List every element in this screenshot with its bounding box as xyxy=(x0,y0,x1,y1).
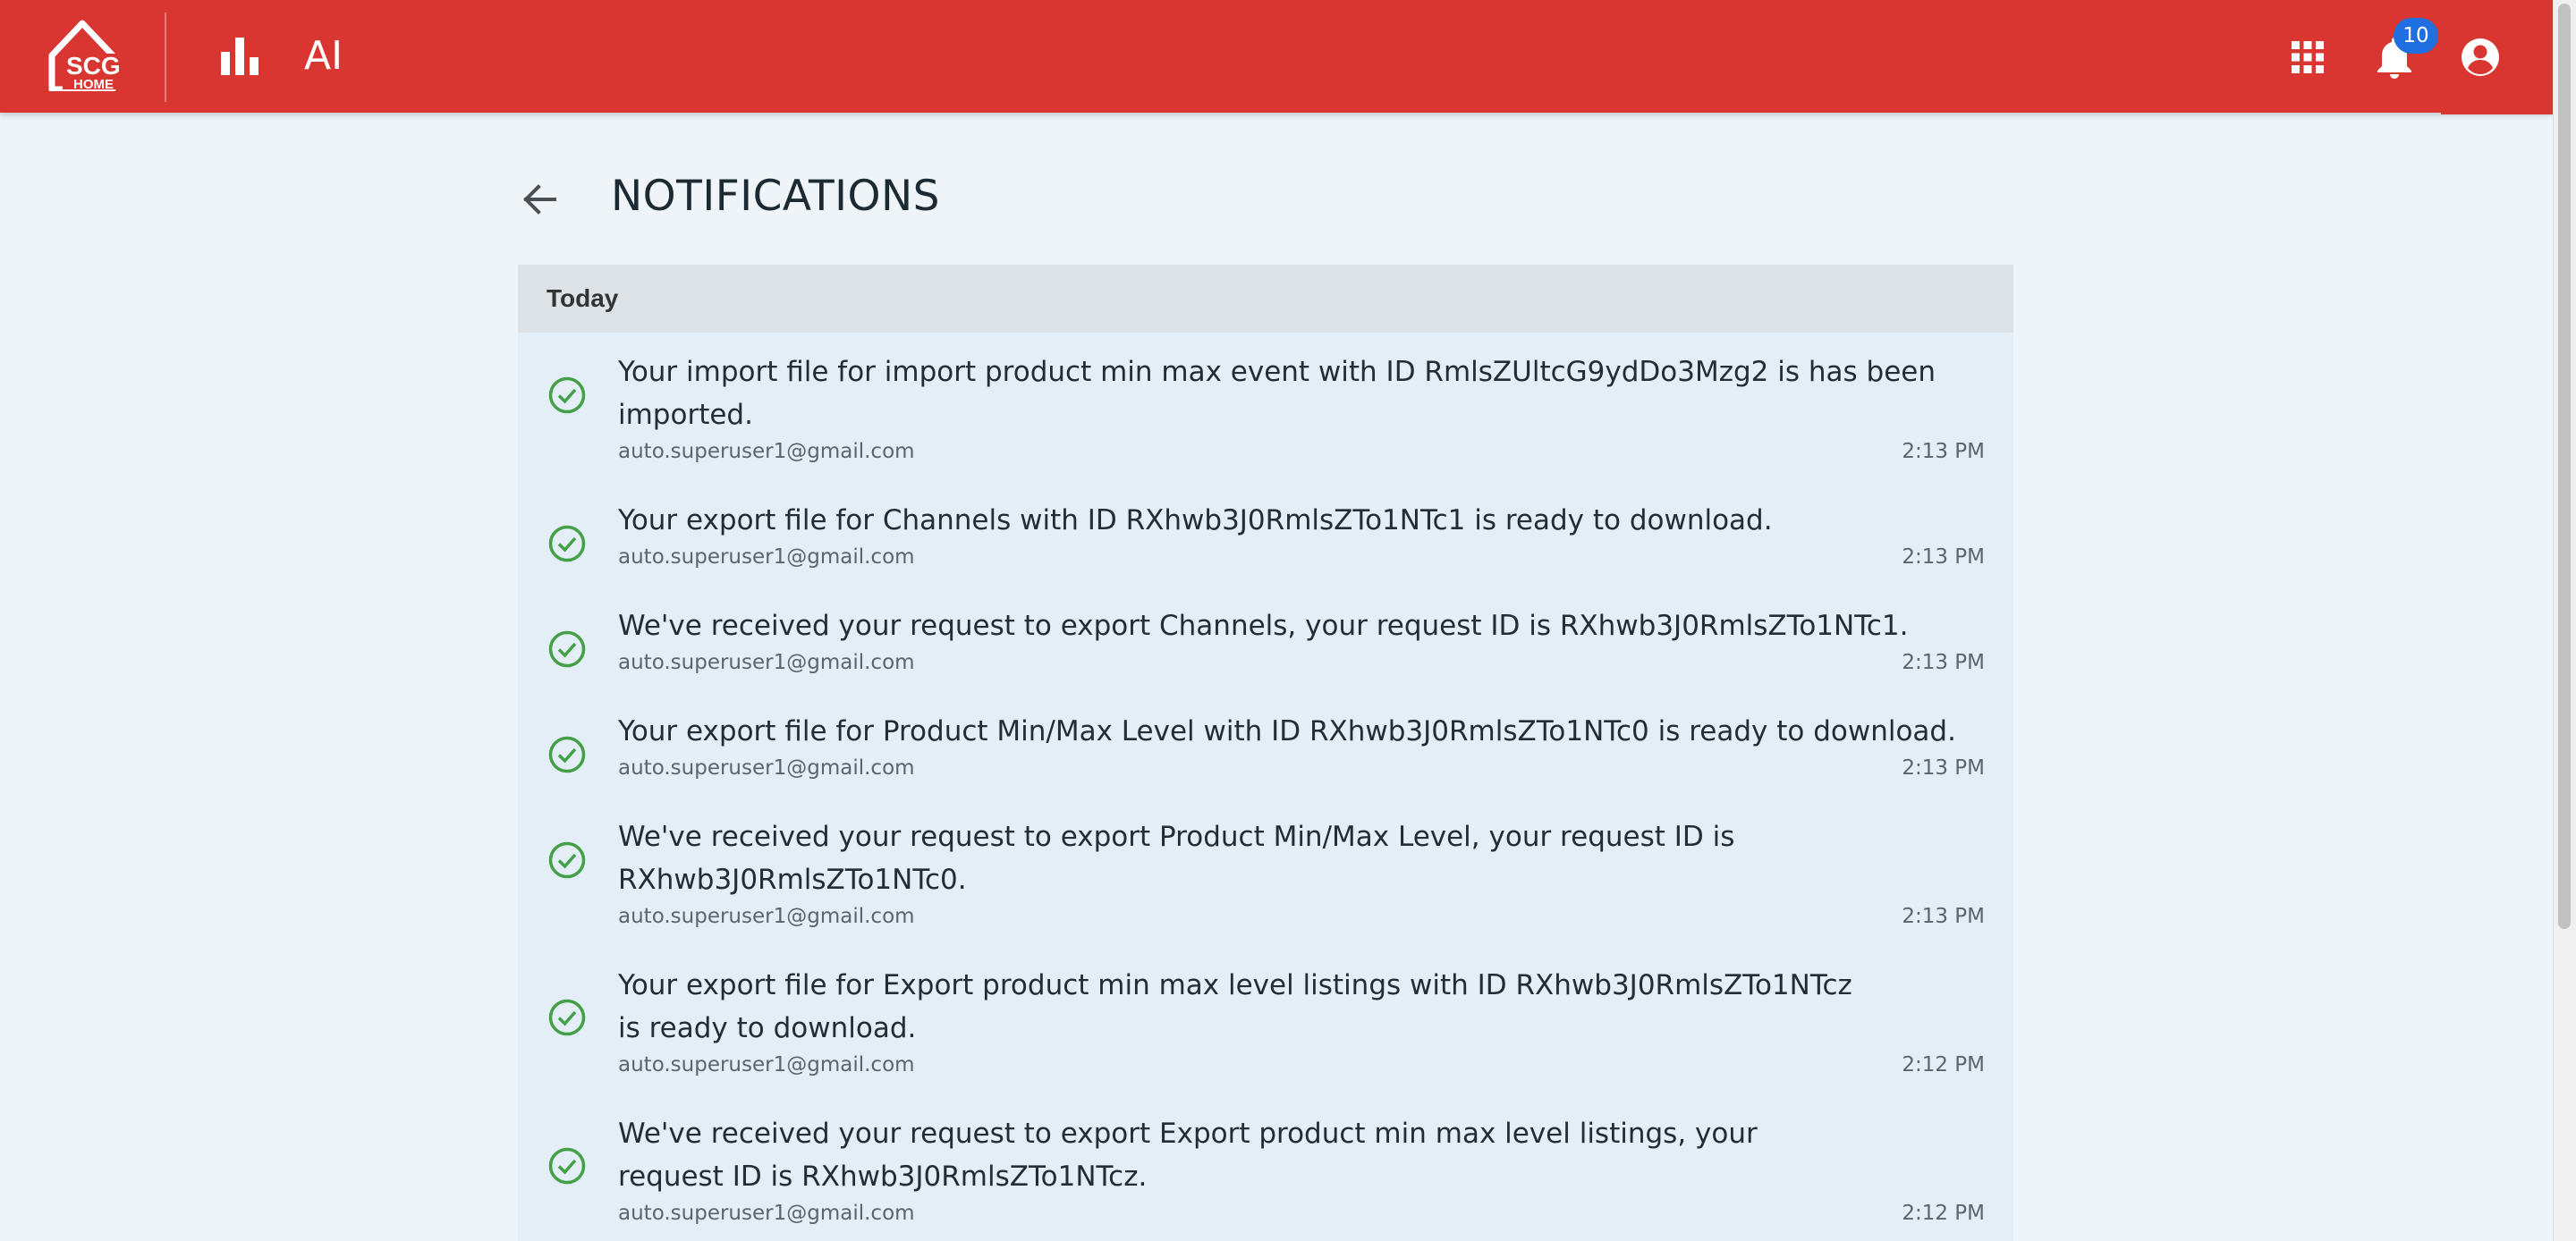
check-circle-icon xyxy=(548,376,586,414)
check-circle-icon xyxy=(548,736,586,773)
notification-item[interactable]: We've received your request to export Pr… xyxy=(518,798,2013,946)
notification-item[interactable]: Your import file for import product min … xyxy=(518,333,2013,481)
notification-message: Your export file for Export product min … xyxy=(618,969,1852,1044)
check-circle-icon xyxy=(548,630,586,668)
notification-user: auto.superuser1@gmail.com xyxy=(618,545,915,569)
notification-time: 2:12 PM xyxy=(1902,1202,1985,1225)
notification-user: auto.superuser1@gmail.com xyxy=(618,905,915,928)
notification-message: We've received your request to export Ch… xyxy=(618,610,1909,642)
notification-time: 2:13 PM xyxy=(1902,651,1985,674)
notification-user: auto.superuser1@gmail.com xyxy=(618,756,915,780)
notification-time: 2:12 PM xyxy=(1902,1053,1985,1076)
notification-time: 2:13 PM xyxy=(1902,756,1985,780)
notification-time: 2:13 PM xyxy=(1902,545,1985,569)
notification-message: Your import file for import product min … xyxy=(618,356,1936,431)
notification-message: Your export file for Channels with ID RX… xyxy=(618,504,1773,536)
notification-item[interactable]: Your export file for Export product min … xyxy=(518,946,2013,1094)
notification-item[interactable]: Your export file for Product Min/Max Lev… xyxy=(518,692,2013,798)
check-circle-icon xyxy=(548,525,586,562)
check-circle-icon xyxy=(548,999,586,1036)
back-arrow-icon[interactable] xyxy=(519,179,560,220)
logo-text-scg: SCG xyxy=(66,52,121,80)
notification-time: 2:13 PM xyxy=(1902,905,1985,928)
check-circle-icon xyxy=(548,1147,586,1185)
notification-time: 2:13 PM xyxy=(1902,440,1985,463)
notification-count-badge: 10 xyxy=(2394,18,2438,54)
notifications-panel: Today Your import file for import produc… xyxy=(518,265,2013,1241)
scrollbar-thumb[interactable] xyxy=(2558,4,2571,929)
scg-home-logo-icon[interactable]: SCG HOME xyxy=(41,18,131,91)
header-divider xyxy=(165,13,166,102)
notification-item[interactable]: Your export file for Channels with ID RX… xyxy=(518,481,2013,587)
notification-message: Your export file for Product Min/Max Lev… xyxy=(618,715,1956,747)
bar-chart-icon[interactable] xyxy=(219,36,260,75)
notification-user: auto.superuser1@gmail.com xyxy=(618,1053,915,1076)
notification-user: auto.superuser1@gmail.com xyxy=(618,1202,915,1225)
notification-message: We've received your request to export Ex… xyxy=(618,1118,1758,1193)
notification-user: auto.superuser1@gmail.com xyxy=(618,651,915,674)
check-circle-icon xyxy=(548,841,586,879)
account-circle-icon[interactable] xyxy=(2461,38,2500,77)
nav-ai-link[interactable]: AI xyxy=(304,34,343,79)
apps-grid-icon[interactable] xyxy=(2292,41,2324,73)
notification-item[interactable]: We've received your request to export Ex… xyxy=(518,1094,2013,1241)
notification-message: We've received your request to export Pr… xyxy=(618,821,1735,896)
top-app-bar xyxy=(0,0,2553,113)
notification-item[interactable]: We've received your request to export Ch… xyxy=(518,587,2013,692)
page-title: NOTIFICATIONS xyxy=(611,172,940,221)
section-header-today: Today xyxy=(518,265,2013,333)
logo-text-home: HOME xyxy=(73,77,114,91)
notification-user: auto.superuser1@gmail.com xyxy=(618,440,915,463)
